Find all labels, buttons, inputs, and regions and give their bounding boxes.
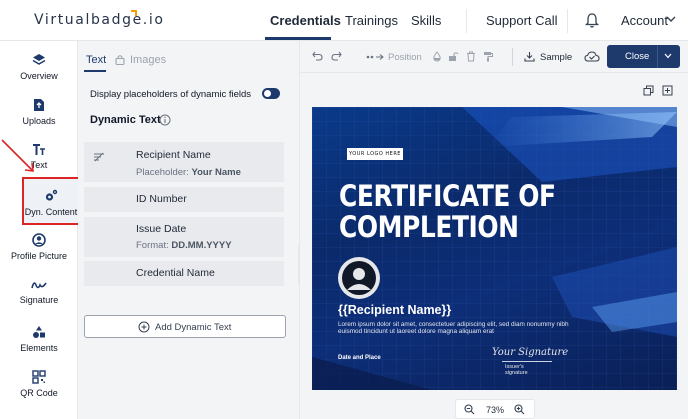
gears-icon xyxy=(45,189,58,201)
annotation-arrow xyxy=(1,139,34,172)
field-name: Credential Name xyxy=(136,267,215,279)
close-button-divider xyxy=(657,45,658,68)
certificate-logo-placeholder[interactable]: YOUR LOGO HERE xyxy=(347,148,403,160)
info-icon[interactable] xyxy=(159,114,171,126)
chevron-down-icon[interactable] xyxy=(666,15,676,23)
recipient-name-placeholder[interactable]: {{Recipient Name}} xyxy=(338,303,451,317)
drag-sort-icon[interactable] xyxy=(93,152,105,162)
user-silhouette-icon xyxy=(342,261,376,295)
dynamic-field-card[interactable]: Credential Name xyxy=(84,261,284,286)
layers-icon xyxy=(32,54,46,65)
cloud-check-icon[interactable] xyxy=(584,51,600,62)
plus-circle-icon xyxy=(138,321,150,333)
nav-divider xyxy=(466,9,467,33)
profile-picture-placeholder[interactable] xyxy=(338,257,380,299)
rail-label: Uploads xyxy=(22,116,56,126)
signature[interactable]: Your Signature xyxy=(492,347,568,358)
signature-icon xyxy=(31,282,47,289)
top-bar: Virtualbadge.io Credentials Trainings Sk… xyxy=(0,0,688,41)
field-placeholder: Format: DD.MM.YYYY xyxy=(136,240,232,251)
certificate-body-text[interactable]: Lorem ipsum dolor sit amet, consectetuer… xyxy=(338,321,588,335)
shapes-icon xyxy=(33,326,45,338)
field-placeholder: Placeholder: Your Name xyxy=(136,167,241,178)
tab-images[interactable]: Images xyxy=(130,54,166,66)
section-title: Dynamic Text xyxy=(90,114,161,126)
issuer-signature-label: Issuer's signature xyxy=(505,364,528,376)
rail-item-overview[interactable]: Overview xyxy=(0,53,78,97)
redo-icon[interactable] xyxy=(331,51,342,61)
dynamic-field-card[interactable]: Issue Date Format: DD.MM.YYYY xyxy=(84,217,284,257)
placeholder-toggle[interactable] xyxy=(262,88,280,99)
rail-label: QR Code xyxy=(20,388,58,398)
tab-active-indicator xyxy=(84,70,106,72)
close-button-label: Close xyxy=(625,51,650,62)
sample-button[interactable]: Sample xyxy=(540,52,572,63)
zoom-out-icon[interactable] xyxy=(464,404,475,415)
duplicate-icon[interactable] xyxy=(643,85,654,96)
rail-label: Signature xyxy=(19,295,59,305)
zoom-in-icon[interactable] xyxy=(514,404,525,415)
certificate-title-line-1: CERTIFICATE OF xyxy=(339,179,556,213)
signature-line xyxy=(502,361,552,362)
editor-toolbar: Position Sample Close xyxy=(300,41,688,73)
upload-icon xyxy=(34,99,44,111)
date-and-place[interactable]: Date and Place xyxy=(338,355,381,361)
brand-logo[interactable]: Virtualbadge.io xyxy=(34,12,165,28)
add-page-icon[interactable] xyxy=(662,85,673,96)
zoom-control: 73% xyxy=(455,399,535,419)
dynamic-content-panel: Text Images Display placeholders of dyna… xyxy=(78,41,300,419)
certificate-preview[interactable]: YOUR LOGO HERE CERTIFICATE OF COMPLETION… xyxy=(312,107,677,390)
close-button[interactable]: Close xyxy=(607,45,680,68)
add-dynamic-text-button[interactable]: Add Dynamic Text xyxy=(84,315,286,338)
paint-roller-icon[interactable] xyxy=(483,51,493,62)
opacity-icon[interactable] xyxy=(432,51,442,62)
rail-label: Overview xyxy=(20,71,58,81)
bell-icon[interactable] xyxy=(584,12,600,29)
position-icon xyxy=(366,54,384,60)
rail-item-profile-picture[interactable]: Profile Picture xyxy=(0,233,78,277)
nav-trainings[interactable]: Trainings xyxy=(345,13,398,28)
nav-credentials[interactable]: Credentials xyxy=(270,13,341,28)
nav-active-indicator xyxy=(265,37,331,40)
chevron-down-icon[interactable] xyxy=(664,53,672,59)
rail-item-signature[interactable]: Signature xyxy=(0,279,78,323)
field-name: ID Number xyxy=(136,193,187,205)
placeholder-toggle-label: Display placeholders of dynamic fields xyxy=(90,89,252,100)
toolbar-divider xyxy=(512,48,513,66)
dynamic-field-card[interactable]: ID Number xyxy=(84,187,284,212)
dynamic-field-card[interactable]: Recipient Name Placeholder: Your Name xyxy=(84,142,284,182)
rail-item-uploads[interactable]: Uploads xyxy=(0,98,78,142)
position-button[interactable]: Position xyxy=(388,52,422,63)
trash-icon[interactable] xyxy=(466,51,476,62)
tab-text[interactable]: Text xyxy=(86,54,106,66)
undo-icon[interactable] xyxy=(312,51,323,61)
account-menu[interactable]: Account xyxy=(621,13,668,28)
rail-label: Elements xyxy=(20,343,58,353)
left-toolbar: Overview Uploads Text Dyn. Content Profi… xyxy=(0,41,81,419)
user-circle-icon xyxy=(32,233,46,247)
nav-support-call[interactable]: Support Call xyxy=(486,13,558,28)
lock-icon[interactable] xyxy=(448,51,459,62)
add-dynamic-text-label: Add Dynamic Text xyxy=(155,322,232,333)
rail-label: Profile Picture xyxy=(10,251,68,261)
field-name: Issue Date xyxy=(136,223,187,235)
rail-item-qr-code[interactable]: QR Code xyxy=(0,370,78,414)
rail-item-elements[interactable]: Elements xyxy=(0,325,78,369)
download-icon xyxy=(524,52,535,62)
field-name: Recipient Name xyxy=(136,149,211,161)
image-lock-icon xyxy=(115,55,125,65)
certificate-title[interactable]: CERTIFICATE OF COMPLETION xyxy=(339,181,556,243)
editor-canvas-area: Position Sample Close YOUR LOGO HERE CER… xyxy=(300,41,688,419)
nav-divider xyxy=(567,9,568,33)
logo-accent-mark xyxy=(131,10,137,16)
nav-skills[interactable]: Skills xyxy=(411,13,441,28)
qr-icon xyxy=(32,370,46,384)
certificate-title-line-2: COMPLETION xyxy=(339,210,519,244)
zoom-level: 73% xyxy=(486,405,505,415)
